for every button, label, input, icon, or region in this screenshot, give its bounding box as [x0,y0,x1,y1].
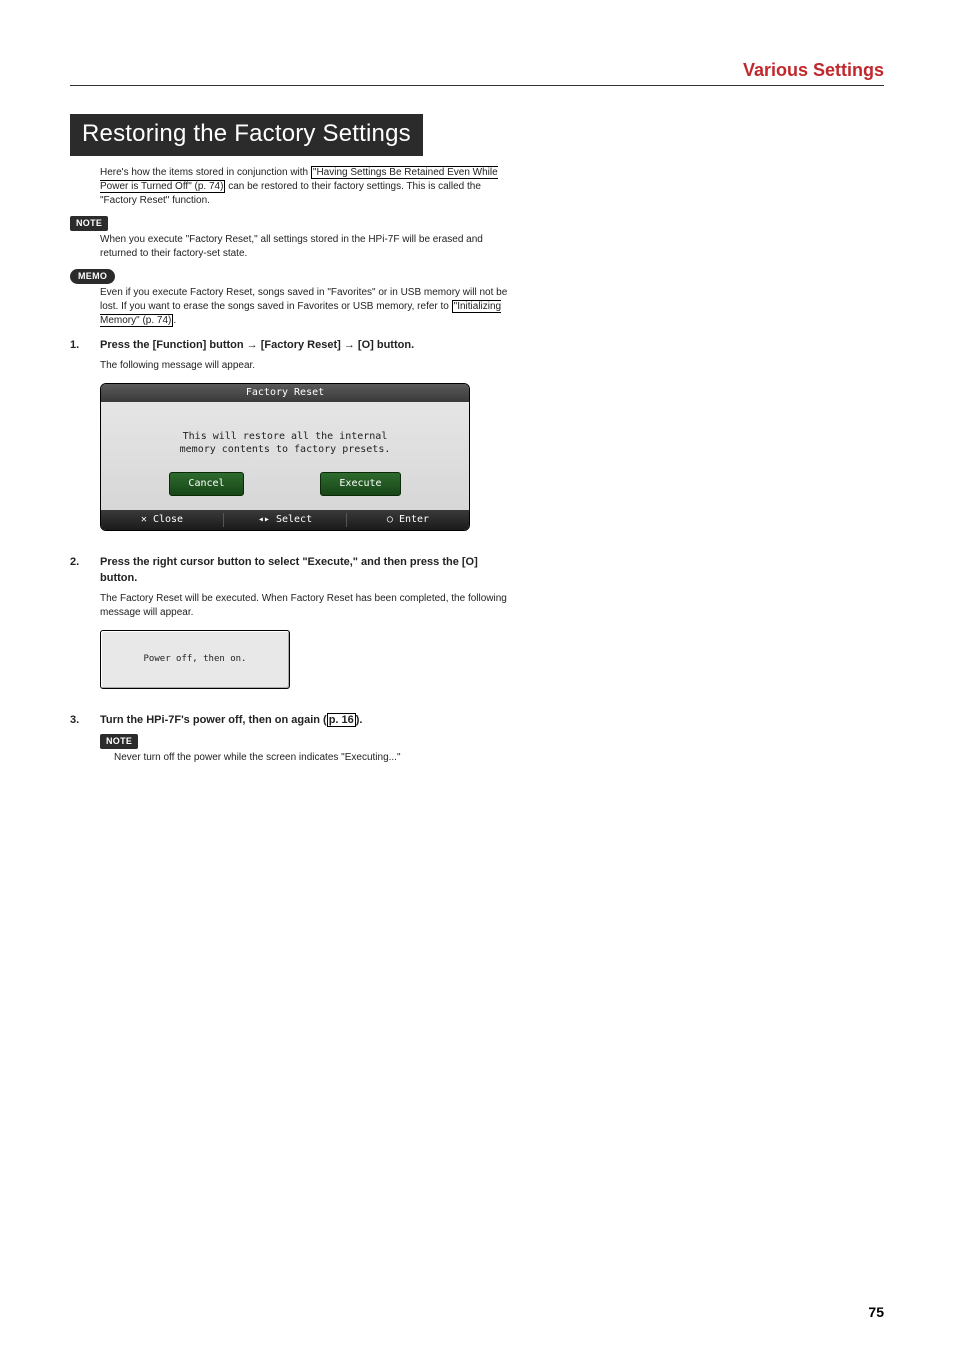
step-number: 3. [70,713,100,773]
note-block-2: NOTE Never turn off the power while the … [100,734,510,765]
page-number: 75 [868,1304,884,1320]
footer-select: ◂▸ Select [224,513,347,527]
s3-prefix: Turn the HPi-7F's power off, then on aga… [100,714,327,726]
step-number: 1. [70,338,100,545]
memo-prefix: Even if you execute Factory Reset, songs… [100,287,507,312]
s1-p1: Press the [Function] button [100,339,247,351]
arrow-right-icon: → [344,338,355,353]
intro-prefix: Here's how the items stored in conjuncti… [100,167,311,178]
note-label: NOTE [70,216,108,231]
header-rule: Various Settings [70,60,884,86]
dialog-screenshot-2: Power off, then on. [100,630,290,689]
memo-suffix: . [173,315,176,326]
step-3: 3. Turn the HPi-7F's power off, then on … [70,713,510,773]
section-title: Various Settings [70,60,884,81]
note-body: Never turn off the power while the scree… [100,751,510,765]
page-link[interactable]: p. 16 [327,713,356,727]
dialog-screenshot-1: Factory Reset This will restore all the … [100,383,470,531]
footer-enter: ○ Enter [347,513,469,527]
s1-p3: [O] button. [355,339,414,351]
cancel-button[interactable]: Cancel [169,472,243,496]
execute-button[interactable]: Execute [320,472,400,496]
step-2-desc: The Factory Reset will be executed. When… [100,592,510,620]
intro-paragraph: Here's how the items stored in conjuncti… [100,166,510,208]
step-1-title: Press the [Function] button → [Factory R… [100,338,510,353]
s1-p2: [Factory Reset] [258,339,344,351]
step-2: 2. Press the right cursor button to sele… [70,555,510,702]
dialog-line1: This will restore all the internal [111,430,459,443]
dialog-footer: ✕ Close ◂▸ Select ○ Enter [101,510,469,530]
dialog-body: This will restore all the internal memor… [101,402,469,472]
step-1-desc: The following message will appear. [100,359,510,373]
note-label: NOTE [100,734,138,749]
heading-banner: Restoring the Factory Settings [70,114,423,156]
dialog-line2: memory contents to factory presets. [111,443,459,456]
step-number: 2. [70,555,100,702]
memo-label: MEMO [70,269,115,284]
step-1: 1. Press the [Function] button → [Factor… [70,338,510,545]
memo-body: Even if you execute Factory Reset, songs… [100,286,510,328]
step-3-title: Turn the HPi-7F's power off, then on aga… [100,713,510,728]
dialog-titlebar: Factory Reset [101,384,469,402]
note-block-1: NOTE When you execute "Factory Reset," a… [100,216,510,261]
footer-close: ✕ Close [101,513,224,527]
note-body: When you execute "Factory Reset," all se… [100,233,510,261]
s3-suffix: ). [356,714,363,726]
step-2-title: Press the right cursor button to select … [100,555,510,586]
arrow-right-icon: → [247,338,258,353]
memo-block: MEMO Even if you execute Factory Reset, … [100,269,510,328]
